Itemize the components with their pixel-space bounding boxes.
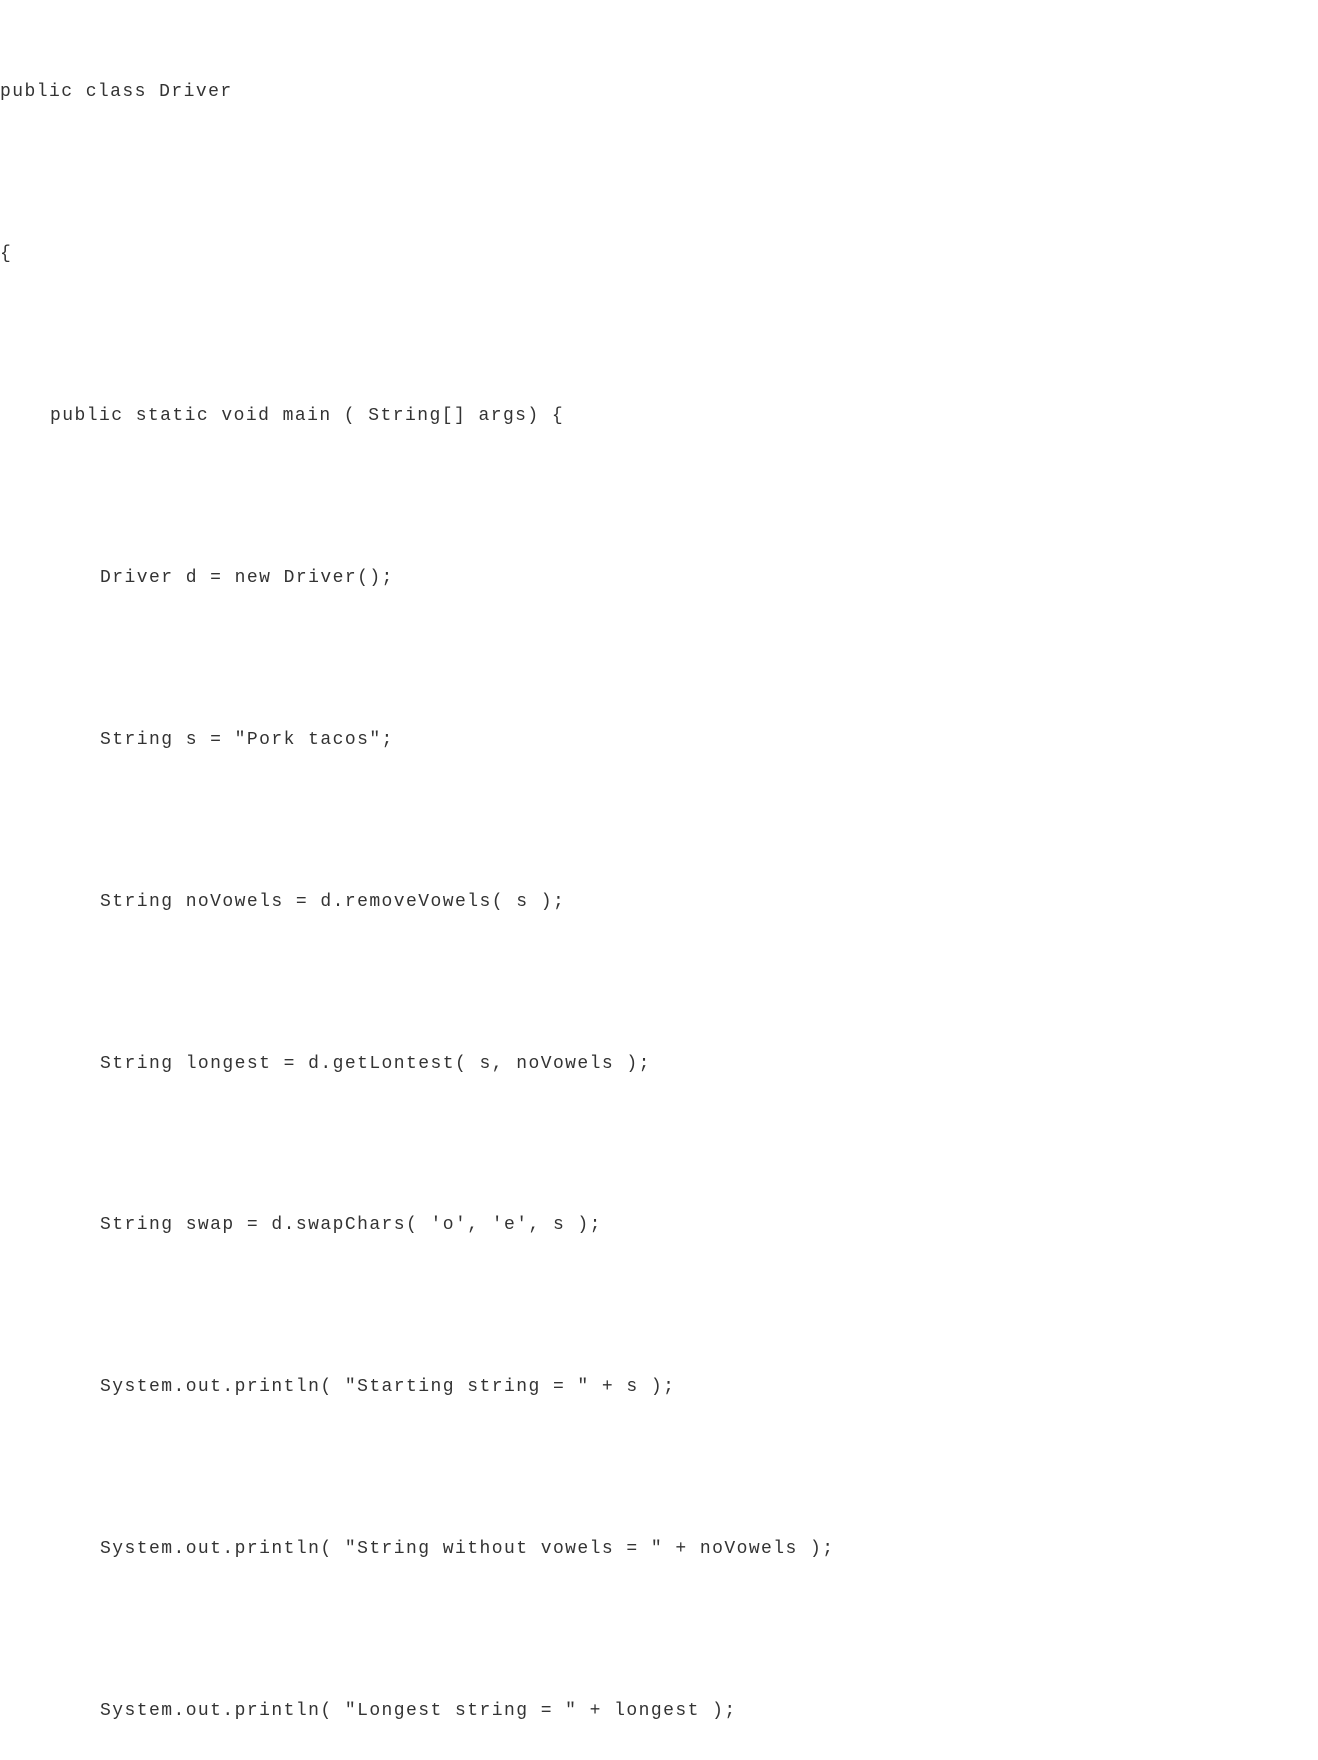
code-line: String s = "Pork tacos"; [0, 726, 1318, 755]
code-line: String swap = d.swapChars( 'o', 'e', s )… [0, 1211, 1318, 1240]
code-line: String longest = d.getLontest( s, noVowe… [0, 1050, 1318, 1079]
code-line: public class Driver [0, 78, 1318, 107]
code-line: System.out.println( "Longest string = " … [0, 1697, 1318, 1726]
code-line: public static void main ( String[] args)… [0, 402, 1318, 431]
code-line: Driver d = new Driver(); [0, 564, 1318, 593]
code-line: String noVowels = d.removeVowels( s ); [0, 888, 1318, 917]
code-line: { [0, 240, 1318, 269]
code-block: public class Driver { public static void… [0, 0, 1318, 1760]
code-line: System.out.println( "String without vowe… [0, 1535, 1318, 1564]
code-line: System.out.println( "Starting string = "… [0, 1373, 1318, 1402]
